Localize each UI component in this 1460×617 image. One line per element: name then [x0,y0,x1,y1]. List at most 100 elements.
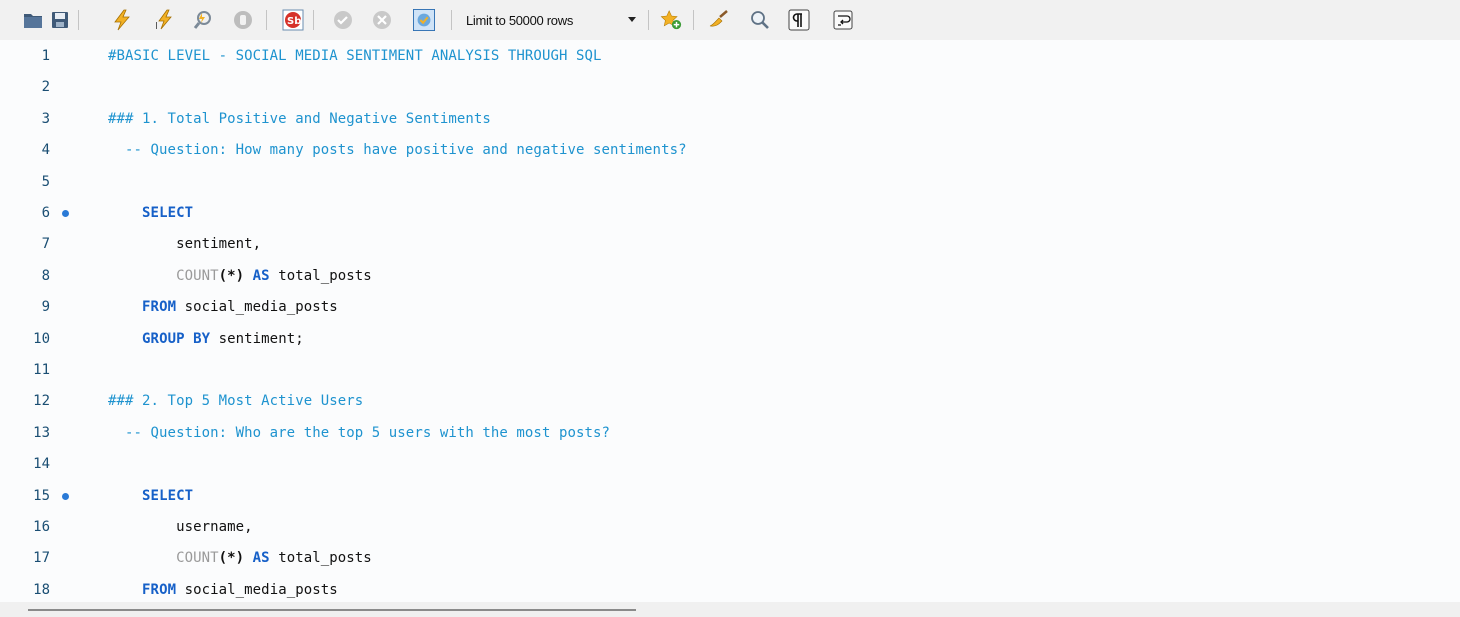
beautify-icon[interactable] [707,9,729,31]
code-token: social_media_posts [176,581,338,598]
line-number: 14 [33,456,50,473]
code-line[interactable]: 5 [0,167,1460,198]
line-number: 12 [33,393,50,410]
code-text: GROUP BY sentiment; [108,324,304,355]
line-number: 3 [41,110,50,127]
execute-statement-icon[interactable]: I [154,9,176,31]
limit-rows-select[interactable]: Limit to 50000 rows [462,9,642,31]
code-line[interactable]: 12 ### 2. Top 5 Most Active Users [0,386,1460,417]
line-number: 15 [33,487,50,504]
code-line[interactable]: 10 GROUP BY sentiment; [0,324,1460,355]
code-token: total_posts [269,550,372,567]
code-token: FROM [142,299,177,316]
find-icon[interactable] [749,9,771,31]
rollback-icon[interactable] [371,9,393,31]
invisible-chars-icon[interactable] [788,9,810,31]
code-line[interactable]: 13 -- Question: Who are the top 5 users … [0,418,1460,449]
code-text: FROM social_media_posts [108,292,338,323]
code-token: sentiment; [210,330,304,347]
horizontal-scrollbar[interactable] [0,602,1460,617]
editor-toolbar: I Sb Limit to 50000 rows [0,0,1460,40]
code-token: (*) [218,267,245,284]
line-number: 10 [33,330,50,347]
code-token: sentiment, [108,236,262,253]
line-number: 9 [41,299,50,316]
execute-all-icon[interactable] [111,9,133,31]
code-line[interactable]: 17 COUNT(*) AS total_posts [0,543,1460,574]
code-text: username, [108,512,253,543]
code-text: COUNT(*) AS total_posts [108,543,372,574]
code-line[interactable]: 2 [0,72,1460,103]
code-line[interactable]: 15 SELECT [0,481,1460,512]
code-line[interactable]: 9 FROM social_media_posts [0,292,1460,323]
code-line[interactable]: 14 [0,449,1460,480]
line-number: 4 [41,142,50,159]
line-number: 13 [33,424,50,441]
code-text: ### 1. Total Positive and Negative Senti… [108,104,491,135]
scrollbar-thumb[interactable] [28,609,636,611]
add-snippet-icon[interactable] [660,9,682,31]
chevron-down-icon [628,17,636,22]
line-number: 6 [41,205,50,221]
code-text: -- Question: Who are the top 5 users wit… [108,418,610,449]
sql-editor[interactable]: 1 #BASIC LEVEL - SOCIAL MEDIA SENTIMENT A… [0,40,1460,602]
statement-marker-icon[interactable] [62,210,69,217]
code-token: FROM [142,581,177,598]
code-text: sentiment, [108,229,261,260]
code-text: FROM social_media_posts [108,575,338,602]
code-token: AS [252,267,270,284]
code-text: COUNT(*) AS total_posts [108,261,372,292]
code-line[interactable]: 8 COUNT(*) AS total_posts [0,261,1460,292]
toggle-error-stop-icon[interactable]: Sb [282,9,304,31]
explain-icon[interactable] [193,9,215,31]
svg-text:I: I [155,21,158,31]
code-token: ### 2. Top 5 Most Active Users [108,393,364,410]
open-folder-icon[interactable] [22,9,44,31]
code-token: COUNT [176,267,219,284]
commit-icon[interactable] [332,9,354,31]
line-number: 17 [33,550,50,567]
code-token: social_media_posts [176,299,338,316]
code-token: ### 1. Total Positive and Negative Senti… [108,110,491,127]
code-line[interactable]: 18 FROM social_media_posts [0,575,1460,602]
code-token: SELECT [142,205,194,221]
line-number: 8 [41,267,50,284]
code-line[interactable]: 4 -- Question: How many posts have posit… [0,135,1460,166]
line-number: 18 [33,581,50,598]
code-token: total_posts [269,267,372,284]
code-token: COUNT [176,550,219,567]
code-line[interactable]: 7 sentiment, [0,229,1460,260]
stop-icon[interactable] [232,9,254,31]
limit-rows-value: Limit to 50000 rows [466,12,574,28]
line-number: 1 [41,48,50,64]
statement-marker-icon[interactable] [62,492,69,500]
code-line[interactable]: 16 username, [0,512,1460,543]
line-number: 11 [33,362,50,378]
code-text: SELECT [108,198,193,229]
code-text: -- Question: How many posts have positiv… [108,135,687,166]
autocommit-icon[interactable] [413,9,435,31]
save-icon[interactable] [49,9,71,31]
code-token: -- Question: Who are the top 5 users wit… [108,424,611,441]
code-text: ### 2. Top 5 Most Active Users [108,386,363,417]
code-line[interactable]: 6 SELECT [0,198,1460,229]
svg-text:Sb: Sb [287,16,301,27]
code-line[interactable]: 1 #BASIC LEVEL - SOCIAL MEDIA SENTIMENT A… [0,41,1460,72]
code-token: SELECT [142,487,194,504]
code-line[interactable]: 3 ### 1. Total Positive and Negative Sent… [0,104,1460,135]
code-token: (*) [218,550,245,567]
code-line[interactable]: 11 [0,355,1460,386]
line-number: 16 [33,519,50,535]
code-text: SELECT [108,481,193,512]
code-token: #BASIC LEVEL - SOCIAL MEDIA SENTIMENT AN… [108,48,602,64]
word-wrap-icon[interactable] [832,9,854,31]
code-text: #BASIC LEVEL - SOCIAL MEDIA SENTIMENT AN… [108,41,602,72]
